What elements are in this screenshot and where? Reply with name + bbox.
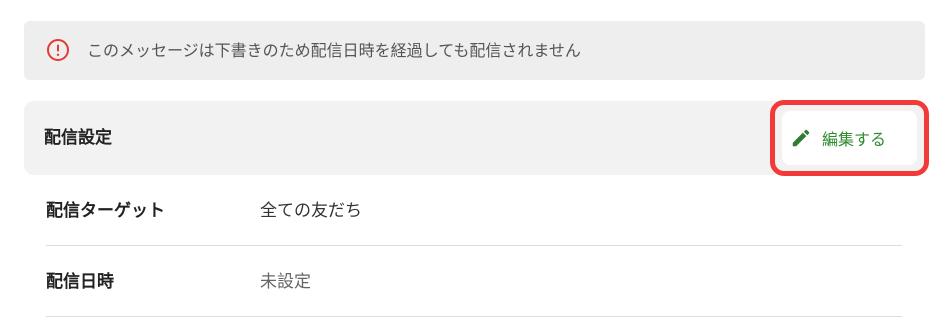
delivery-datetime-label: 配信日時 <box>46 272 114 292</box>
delivery-target-value: 全ての友だち <box>260 201 362 221</box>
edit-button[interactable]: 編集する <box>782 111 917 165</box>
draft-warning-alert: このメッセージは下書きのため配信日時を経過しても配信されません <box>24 21 925 80</box>
alert-message: このメッセージは下書きのため配信日時を経過しても配信されません <box>87 41 581 60</box>
delivery-target-label: 配信ターゲット <box>46 201 165 221</box>
exclamation-circle-icon <box>47 39 69 61</box>
delivery-datetime-row: 配信日時 未設定 <box>46 247 902 317</box>
delivery-datetime-value: 未設定 <box>260 272 311 292</box>
delivery-target-row: 配信ターゲット 全ての友だち <box>46 176 902 246</box>
edit-button-label: 編集する <box>822 130 887 149</box>
pencil-icon <box>792 129 810 147</box>
section-title: 配信設定 <box>44 128 112 148</box>
